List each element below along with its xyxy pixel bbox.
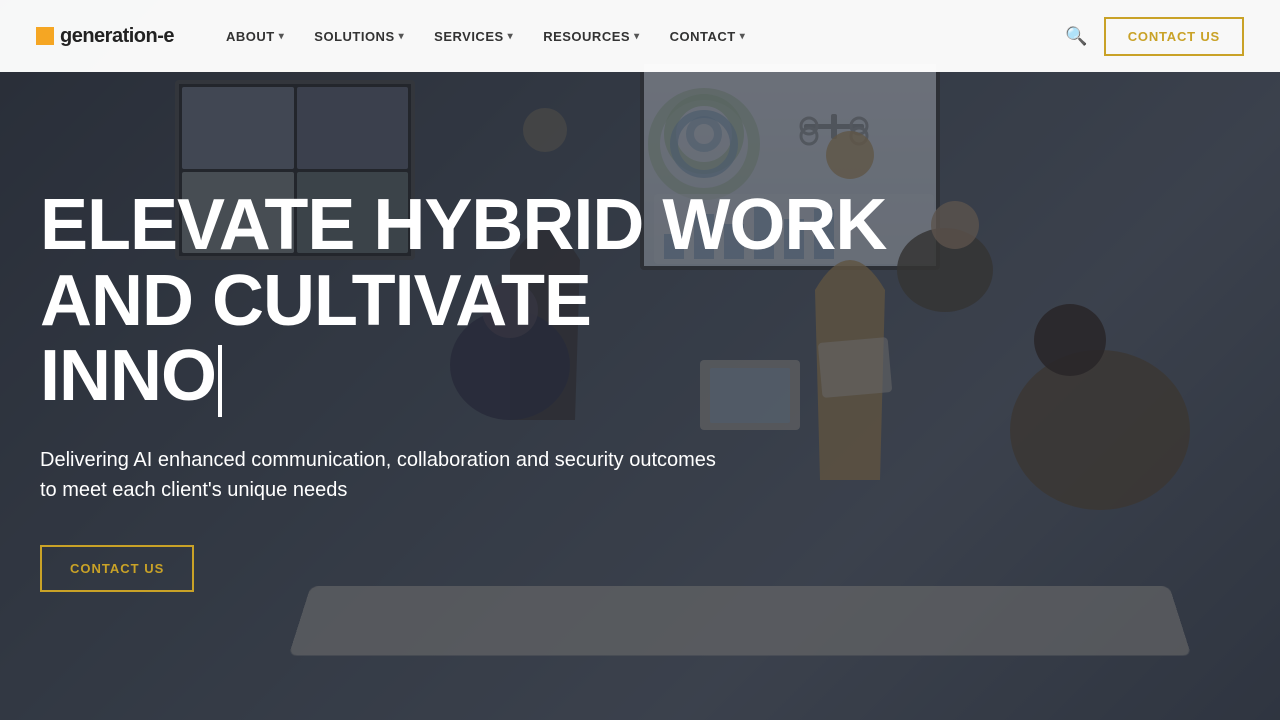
logo-square (36, 27, 54, 45)
chevron-down-icon: ▾ (399, 31, 405, 42)
nav-links: ABOUT ▾ SOLUTIONS ▾ SERVICES ▾ RESOURCES… (214, 21, 1065, 52)
hero-section: generation-e ABOUT ▾ SOLUTIONS ▾ SERVICE… (0, 0, 1280, 720)
nav-item-solutions[interactable]: SOLUTIONS ▾ (302, 21, 416, 52)
nav-item-contact[interactable]: CONTACT ▾ (658, 21, 758, 52)
hero-headline: ELEVATE HYBRID WORK AND CULTIVATE INNO (40, 188, 940, 417)
chevron-down-icon: ▾ (279, 31, 285, 42)
logo[interactable]: generation-e (36, 25, 174, 48)
logo-text: generation-e (60, 25, 174, 48)
nav-right: 🔍 CONTACT US (1065, 17, 1244, 56)
navbar: generation-e ABOUT ▾ SOLUTIONS ▾ SERVICE… (0, 0, 1280, 72)
nav-item-about[interactable]: ABOUT ▾ (214, 21, 296, 52)
nav-contact-us-button[interactable]: CONTACT US (1104, 17, 1244, 56)
chevron-down-icon: ▾ (634, 31, 640, 42)
search-icon[interactable]: 🔍 (1065, 26, 1087, 47)
chevron-down-icon: ▾ (740, 31, 746, 42)
nav-item-services[interactable]: SERVICES ▾ (422, 21, 525, 52)
chevron-down-icon: ▾ (508, 31, 514, 42)
text-cursor (218, 345, 222, 417)
nav-item-resources[interactable]: RESOURCES ▾ (531, 21, 651, 52)
hero-content: ELEVATE HYBRID WORK AND CULTIVATE INNO D… (0, 0, 1280, 720)
hero-subtitle: Delivering AI enhanced communication, co… (40, 445, 720, 505)
hero-contact-us-button[interactable]: CONTACT US (40, 545, 194, 592)
